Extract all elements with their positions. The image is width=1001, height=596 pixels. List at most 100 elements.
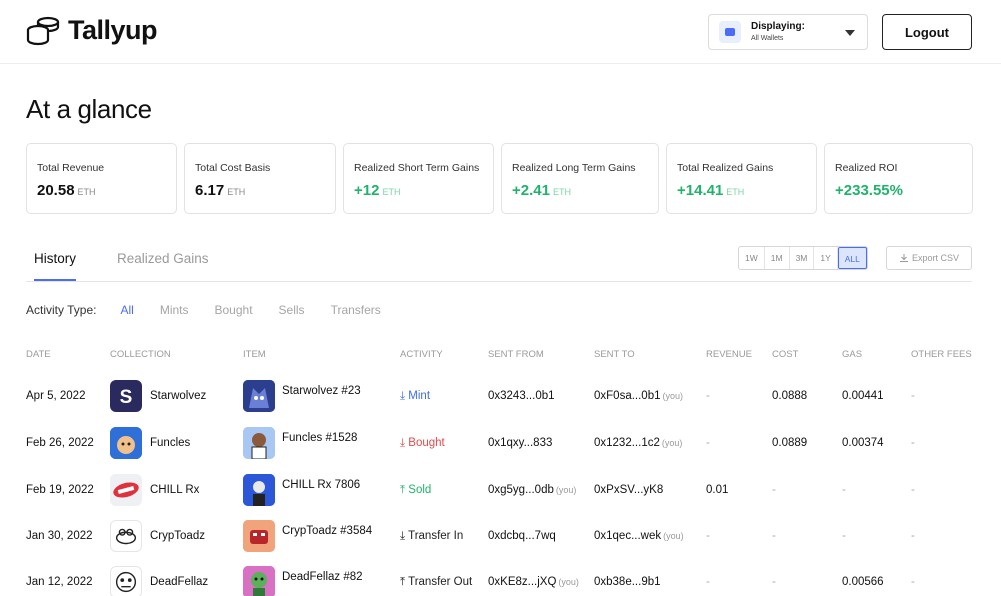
row-item[interactable]: CHILL Rx 7806 [282,479,360,491]
tab-history[interactable]: History [34,251,77,281]
activity-label: Transfer Out [408,576,473,588]
range-all-button[interactable]: ALL [837,247,867,269]
column-header-item[interactable]: ITEM [243,349,266,360]
realized-roi-card: Realized ROI +233.55% [824,143,973,214]
table-row[interactable]: Jan 30, 2022 CrypToadz CrypToadz #3584 ⤓… [0,516,1001,556]
activity-label: Transfer In [408,530,464,542]
address: 0x1qec...wek [594,530,662,542]
row-activity: ⤓ Transfer In [400,530,463,543]
table-row[interactable]: Feb 26, 2022 Funcles Funcles #1528 ⤓ Bou… [0,423,1001,463]
row-other-fees: - [911,530,915,542]
card-unit: ETH [552,187,571,197]
row-revenue: - [706,530,710,542]
total-realized-gains-card: Total Realized Gains +14.41 ETH [666,143,817,214]
logout-button[interactable]: Logout [882,14,972,50]
row-cost: 0.0889 [772,437,808,449]
chill-rx-collection-logo [110,474,142,506]
row-item[interactable]: CrypToadz #3584 [282,525,372,537]
table-row[interactable]: Feb 19, 2022 CHILL Rx CHILL Rx 7806 ⤒ So… [0,470,1001,510]
column-header-collection[interactable]: COLLECTION [110,349,171,360]
card-value: +14.41 [677,182,724,199]
range-1m-button[interactable]: 1M [765,247,790,269]
range-1y-button[interactable]: 1Y [814,247,838,269]
row-item[interactable]: Starwolvez #23 [282,385,361,397]
row-sent-to[interactable]: 0xF0sa...0b1 (you) [594,390,683,402]
row-gas: 0.00441 [842,390,884,402]
card-value: 20.58 [37,182,75,199]
row-date: Jan 12, 2022 [26,576,93,588]
row-item[interactable]: Funcles #1528 [282,432,357,444]
range-3m-button[interactable]: 3M [790,247,815,269]
row-cost: - [772,484,776,496]
activity-label: Bought [408,437,445,449]
wallet-selector-value: All Wallets [751,35,784,42]
row-sent-to[interactable]: 0xb38e...9b1 [594,576,663,588]
address: 0xPxSV...yK8 [594,484,664,496]
column-header-activity[interactable]: ACTIVITY [400,349,443,360]
column-header-cost[interactable]: COST [772,349,798,360]
row-sent-from[interactable]: 0xdcbq...7wq [488,530,558,542]
cryptoadz-collection-logo [110,520,142,552]
row-other-fees: - [911,390,915,402]
row-sent-from[interactable]: 0xKE8z...jXQ (you) [488,576,579,588]
row-gas: 0.00566 [842,576,884,588]
summary-cards: Total Revenue 20.58 ETH Total Cost Basis … [26,143,973,214]
column-header-revenue[interactable]: REVENUE [706,349,752,360]
row-revenue: - [706,390,710,402]
long-term-gains-card: Realized Long Term Gains +2.41 ETH [501,143,659,214]
wallet-selector-label: Displaying: [751,21,805,32]
row-revenue: - [706,437,710,449]
table-row[interactable]: Jan 12, 2022 DeadFellaz DeadFellaz #82 ⤒… [0,562,1001,596]
funcles-collection-logo [110,427,142,459]
row-item[interactable]: DeadFellaz #82 [282,571,363,583]
tab-realized-gains[interactable]: Realized Gains [117,251,209,279]
view-tabs: History Realized Gains 1W 1M 3M 1Y ALL E… [26,244,972,282]
row-sent-from[interactable]: 0x3243...0b1 [488,390,557,402]
time-range-selector: 1W 1M 3M 1Y ALL [738,246,868,270]
row-date: Jan 30, 2022 [26,530,93,542]
coins-stack-icon [26,16,60,46]
range-1w-button[interactable]: 1W [739,247,765,269]
filter-mints[interactable]: Mints [160,303,189,317]
address: 0x1qxy...833 [488,437,553,449]
row-sent-from[interactable]: 0xg5yg...0db (you) [488,484,576,496]
column-header-sent-to[interactable]: SENT TO [594,349,635,360]
row-sent-to[interactable]: 0x1232...1c2 (you) [594,437,682,449]
brand-logo[interactable]: Tallyup [26,14,158,46]
item-thumbnail [243,520,275,552]
filter-sells[interactable]: Sells [279,303,305,317]
row-activity: ⤒ Transfer Out [400,576,472,589]
column-header-sent-from[interactable]: SENT FROM [488,349,544,360]
filter-transfers[interactable]: Transfers [331,303,381,317]
column-header-other-fees[interactable]: OTHER FEES [911,349,972,360]
row-other-fees: - [911,576,915,588]
card-value: +2.41 [512,182,550,199]
download-icon [899,254,908,262]
you-tag: (you) [661,438,683,448]
row-sent-from[interactable]: 0x1qxy...833 [488,437,554,449]
row-date: Feb 26, 2022 [26,437,94,449]
transfer-in-arrow-icon: ⤓ [400,530,406,542]
row-collection[interactable]: DeadFellaz [150,576,208,588]
column-header-date[interactable]: DATE [26,349,51,360]
row-collection[interactable]: CHILL Rx [150,484,199,496]
address: 0x3243...0b1 [488,390,555,402]
card-value: +233.55% [835,182,903,199]
row-gas: - [842,530,846,542]
row-sent-to[interactable]: 0xPxSV...yK8 [594,484,665,496]
filter-bought[interactable]: Bought [215,303,253,317]
table-row[interactable]: Apr 5, 2022 S Starwolvez Starwolvez #23 … [0,376,1001,416]
row-cost: - [772,576,776,588]
filter-all[interactable]: All [120,303,133,317]
card-label: Total Revenue [37,162,105,174]
row-collection[interactable]: Funcles [150,437,190,449]
row-revenue: - [706,576,710,588]
address: 0xdcbq...7wq [488,530,556,542]
row-sent-to[interactable]: 0x1qec...wek (you) [594,530,684,542]
export-csv-button[interactable]: Export CSV [886,246,972,270]
column-header-gas[interactable]: GAS [842,349,862,360]
card-label: Total Cost Basis [195,162,271,174]
row-collection[interactable]: CrypToadz [150,530,205,542]
row-collection[interactable]: Starwolvez [150,390,206,402]
wallet-selector[interactable]: Displaying: All Wallets [708,14,868,50]
